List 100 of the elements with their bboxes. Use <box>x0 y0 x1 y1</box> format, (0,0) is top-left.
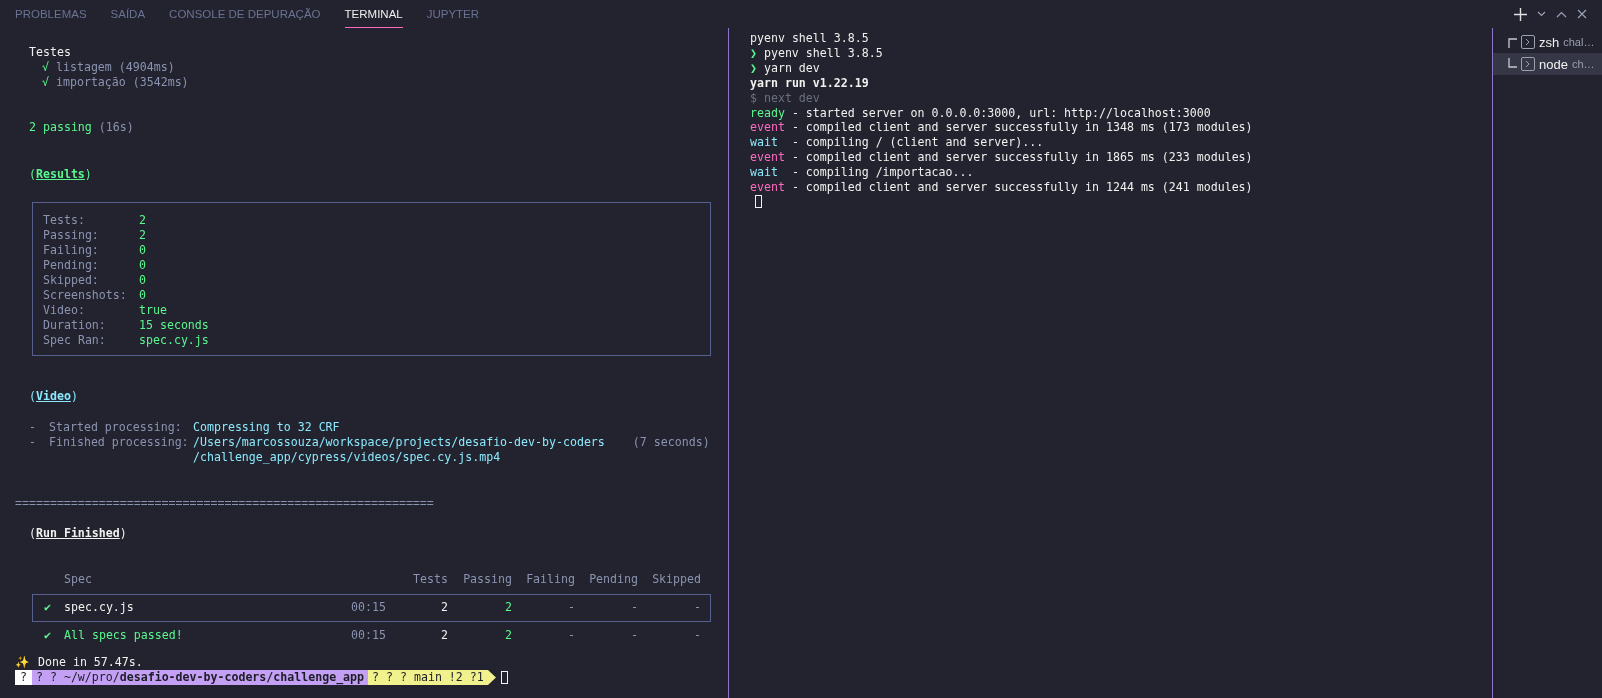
result-label: Video: <box>43 302 86 318</box>
result-label: Pending: <box>43 258 100 273</box>
log-tag: event <box>750 120 785 136</box>
prompt-glyph: ❯ <box>750 60 757 76</box>
terminal-icon <box>1521 35 1535 49</box>
panel-tab[interactable]: PROBLEMAS <box>15 1 87 28</box>
result-label: Duration: <box>43 317 107 333</box>
column-header: Skipped <box>651 571 701 587</box>
panel-tab[interactable]: JUPYTER <box>426 1 480 28</box>
table-cell-text: - <box>630 600 638 615</box>
column-header: Spec <box>64 571 93 587</box>
log-tag: wait <box>750 165 778 181</box>
suite-title: Testes <box>28 45 72 60</box>
panel-tab[interactable]: TERMINAL <box>344 1 403 28</box>
column-header: Pending <box>588 571 638 587</box>
table-cell-text: - <box>567 600 575 615</box>
result-value: 15 seconds <box>139 317 209 333</box>
section-heading: (Results) <box>29 167 92 183</box>
table-cell-text: All specs passed! <box>64 628 184 643</box>
result-label: Tests: <box>43 213 86 229</box>
output-line: pyenv shell 3.8.5 <box>750 31 869 46</box>
section-heading: (Run Finished) <box>29 525 127 541</box>
log-message: - compiled client and server successfully in 1244 ms (241 modules) <box>790 180 1253 195</box>
result-value: 2 <box>139 213 146 229</box>
result-value: 0 <box>139 272 146 288</box>
check-mark: ✔ <box>44 628 52 643</box>
result-value: 0 <box>139 243 146 259</box>
cursor-block <box>755 194 762 208</box>
result-label: Failing: <box>43 243 100 259</box>
prompt-segment: ? ? ~/w/pro/desafio-dev-by-coders/challenge_app <box>32 670 369 686</box>
prompt-segment: ? <box>15 670 32 686</box>
result-label: Screenshots: <box>43 287 128 303</box>
column-header: Passing <box>462 571 512 587</box>
command-text: pyenv shell 3.8.5 <box>763 45 883 61</box>
terminal-item[interactable]: node ch… <box>1493 53 1602 75</box>
table-cell-text: - <box>630 628 638 643</box>
log-message: - compiling / (client and server)... <box>790 135 1044 151</box>
table-cell-text: 2 <box>504 600 512 615</box>
result-value: 0 <box>139 258 146 273</box>
bullet-dash: - <box>29 435 37 452</box>
check-mark: ✔ <box>44 600 52 615</box>
chevron-down-icon[interactable] <box>1537 11 1546 17</box>
table-cell-text: 00:15 <box>350 628 386 643</box>
table-cell-text: 2 <box>440 628 448 643</box>
video-duration: (7 seconds) <box>632 435 710 452</box>
result-value: 0 <box>139 287 146 303</box>
prompt-glyph: ❯ <box>750 45 757 61</box>
result-label: Skipped: <box>43 272 100 288</box>
done-message: Done in 57.47s. <box>38 654 143 670</box>
table-cell-text: 2 <box>504 628 512 643</box>
terminal-icon <box>1521 57 1535 71</box>
table-cell-text: 00:15 <box>350 600 386 615</box>
terminal-item[interactable]: zsh chal… <box>1493 31 1602 53</box>
result-value: 2 <box>139 228 146 244</box>
video-label: Finished processing: <box>49 435 190 452</box>
table-cell-text: - <box>567 628 575 643</box>
output-line: $ next dev <box>750 90 820 106</box>
tree-branch-top-icon <box>1508 36 1517 48</box>
check-mark: √ <box>42 59 49 75</box>
passing-duration: (16s) <box>98 119 134 135</box>
command-text: yarn dev <box>763 60 820 76</box>
separator-line: ============================================================ <box>15 496 435 511</box>
log-message: - compiling /importacao... <box>790 165 974 181</box>
test-name: listagem (4904ms) <box>56 59 175 75</box>
test-name: importação (3542ms) <box>56 74 189 90</box>
result-value: true <box>139 302 167 318</box>
result-label: Spec Ran: <box>43 332 107 348</box>
output-line: yarn run v1.22.19 <box>750 75 869 91</box>
chevron-up-icon[interactable] <box>1556 10 1567 18</box>
log-message: - compiled client and server successfully in 1865 ms (233 modules) <box>790 150 1253 166</box>
result-label: Passing: <box>43 228 100 244</box>
result-value: spec.cy.js <box>139 332 209 348</box>
video-value: /Users/marcossouza/workspace/projects/desafio-dev-by-coders <box>193 435 605 451</box>
log-message: - compiled client and server successfully in 1348 ms (173 modules) <box>790 120 1253 136</box>
log-tag: event <box>750 180 785 195</box>
table-cell-text: - <box>693 628 701 643</box>
video-label: Started processing: <box>49 420 183 436</box>
segment-arrow-icon <box>487 670 496 686</box>
close-icon[interactable] <box>1577 9 1587 19</box>
table-cell-text: - <box>693 600 701 615</box>
panel-tab[interactable]: SAÍDA <box>110 1 146 28</box>
sparkles-glyph: ✨ <box>15 654 29 670</box>
log-tag: event <box>750 150 785 166</box>
column-header: Tests <box>412 571 448 587</box>
passing-count: 2 passing <box>29 119 92 135</box>
log-message: - started server on 0.0.0.0:3000, url: http://localhost:3000 <box>790 105 1211 121</box>
video-value: /challenge_app/cypress/videos/spec.cy.js.mp4 <box>193 450 502 466</box>
section-heading: (Video) <box>29 389 78 405</box>
panel-tab[interactable]: CONSOLE DE DEPURAÇÃO <box>169 1 321 28</box>
log-tag: ready <box>750 105 785 121</box>
log-tag: wait <box>750 135 778 151</box>
table-cell-text: spec.cy.js <box>64 600 135 615</box>
column-header: Failing <box>525 571 575 587</box>
table-cell-text: 2 <box>440 600 448 615</box>
tree-branch-bottom-icon <box>1508 58 1517 70</box>
video-value: Compressing to 32 CRF <box>193 420 340 436</box>
plus-icon[interactable] <box>1514 7 1527 21</box>
check-mark: √ <box>42 74 49 90</box>
cursor-block <box>500 671 508 685</box>
bullet-dash: - <box>29 420 37 436</box>
